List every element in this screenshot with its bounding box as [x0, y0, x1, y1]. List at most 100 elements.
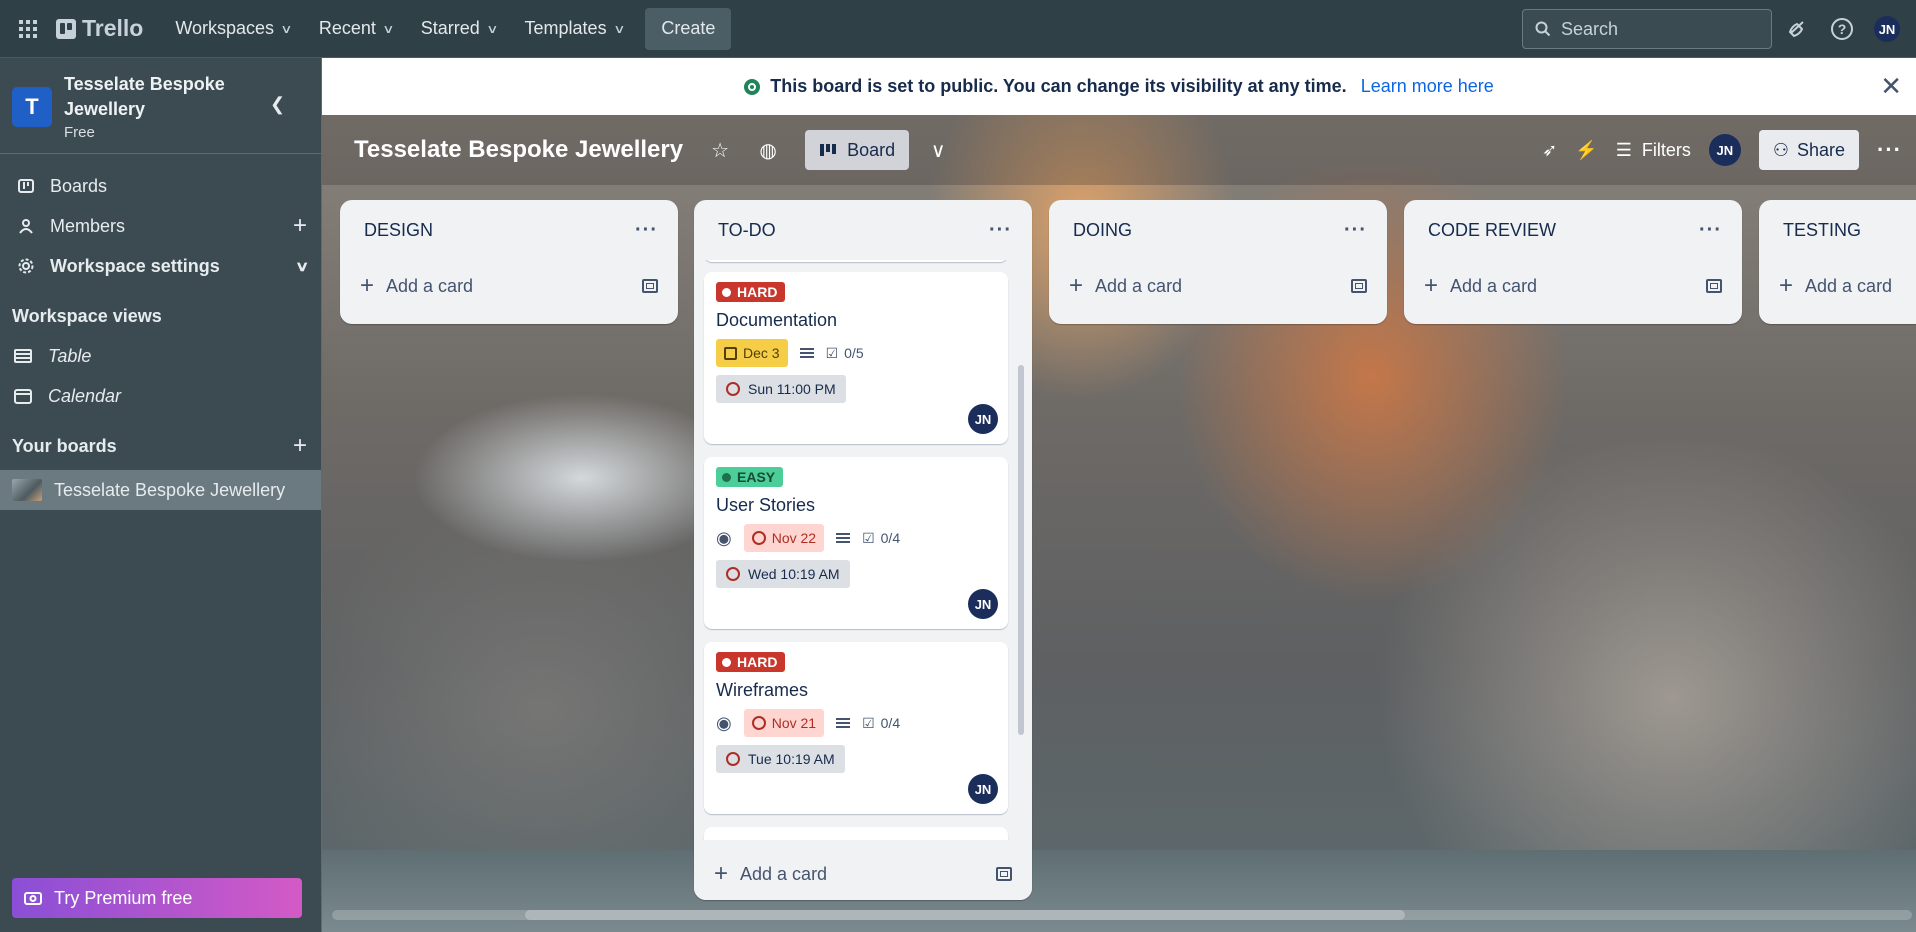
list-testing: TESTING + Add a card [1759, 200, 1916, 324]
user-avatar: JN [1872, 14, 1902, 44]
sidebar-item-calendar[interactable]: Calendar [0, 376, 321, 416]
checklist-badge: ☑ 0/4 [862, 530, 900, 547]
list-header[interactable]: DOING ··· [1049, 200, 1387, 260]
search-icon [1535, 21, 1551, 37]
list-title: DOING [1073, 219, 1133, 240]
sidebar-item-label: Tesselate Bespoke Jewellery [54, 479, 286, 500]
automation-icon[interactable]: ⚡ [1575, 140, 1597, 161]
add-card-button[interactable]: + Add a card [1049, 260, 1387, 312]
add-card-button[interactable]: + Add a card [340, 260, 678, 312]
create-button[interactable]: Create [645, 7, 732, 50]
sidebar-item-table[interactable]: Table [0, 336, 321, 376]
board-member-avatar[interactable]: JN [1708, 134, 1741, 166]
list-header[interactable]: CODE REVIEW ··· [1404, 200, 1742, 260]
board-view-button[interactable]: Board [805, 130, 910, 170]
collapse-sidebar-icon[interactable]: ❮ [270, 94, 285, 115]
plus-icon: + [1779, 272, 1794, 299]
list-menu-icon[interactable]: ··· [1699, 219, 1722, 242]
learn-more-link[interactable]: Learn more here [1361, 76, 1494, 97]
card-partial-top[interactable] [704, 260, 1008, 262]
account-menu[interactable]: JN [1872, 14, 1902, 44]
sidebar-item-members[interactable]: Members + [0, 206, 321, 246]
card-badges: ◉ Nov 22 ☑ 0/4 [716, 524, 996, 552]
due-date-badge[interactable]: Dec 3 [716, 339, 788, 367]
checkbox-icon [724, 346, 737, 360]
trello-logo[interactable]: Trello [56, 15, 143, 42]
sidebar-item-workspace-settings[interactable]: Workspace settings ∨ [0, 246, 321, 286]
workspace-name[interactable]: Tesselate Bespoke Jewellery [64, 72, 234, 122]
templates-label: Templates [524, 18, 607, 38]
list-scrollbar[interactable] [1018, 365, 1024, 735]
power-ups-icon[interactable]: ➶ [1542, 140, 1557, 161]
share-icon: ⚇ [1772, 139, 1789, 160]
share-label: Share [1796, 139, 1846, 160]
starred-menu[interactable]: Starred ∨ [409, 9, 509, 49]
visibility-icon[interactable]: ◍ [757, 138, 779, 163]
share-button[interactable]: ⚇ Share [1758, 130, 1860, 170]
add-card-button[interactable]: + Add a card [1759, 260, 1916, 312]
list-menu-icon[interactable]: ··· [1344, 219, 1367, 242]
template-icon[interactable] [1706, 279, 1722, 293]
card-member-avatar[interactable]: JN [968, 404, 998, 434]
board-thumbnail [12, 479, 42, 501]
view-label: Board [847, 139, 896, 160]
recent-menu[interactable]: Recent ∨ [307, 9, 405, 49]
starred-label: Starred [420, 18, 480, 38]
reminder-badge: Wed 10:19 AM [716, 560, 850, 588]
add-card-label: Add a card [1095, 275, 1183, 296]
workspaces-label: Workspaces [175, 18, 275, 38]
add-board-icon[interactable]: + [293, 432, 307, 460]
list-menu-icon[interactable]: ··· [989, 219, 1012, 242]
card-documentation[interactable]: HARD Documentation Dec 3 ☑ 0/5 Sun 11:00 … [704, 272, 1008, 444]
board-title[interactable]: Tesselate Bespoke Jewellery [354, 136, 683, 164]
star-icon[interactable]: ☆ [709, 138, 731, 163]
close-icon[interactable]: ✕ [1880, 71, 1902, 102]
chevron-down-icon: ∨ [294, 257, 310, 274]
search-input[interactable]: Search [1522, 9, 1772, 49]
chevron-down-icon[interactable]: ∨ [927, 138, 949, 163]
board-horizontal-scrollbar-thumb[interactable] [525, 910, 1405, 920]
alarm-icon [726, 567, 740, 581]
premium-label: Try Premium free [54, 887, 193, 908]
try-premium-button[interactable]: Try Premium free [12, 878, 302, 918]
list-menu-icon[interactable]: ··· [635, 219, 658, 242]
filters-button[interactable]: ☰ Filters [1616, 140, 1691, 161]
templates-menu[interactable]: Templates ∨ [513, 9, 636, 49]
list-header[interactable]: TESTING [1759, 200, 1916, 260]
list-title: DESIGN [364, 219, 434, 240]
board-header-actions: ➶ ⚡ ☰ Filters JN ⚇ Share ··· [1542, 130, 1916, 170]
card-partial-bottom[interactable] [704, 827, 1008, 840]
plus-icon: + [1424, 272, 1439, 299]
help-icon[interactable]: ? [1827, 14, 1857, 44]
card-user-stories[interactable]: EASY User Stories ◉ Nov 22 ☑ 0/4 Wed 10:1… [704, 457, 1008, 629]
sidebar-item-label: Table [48, 345, 92, 366]
workspace-header: T Tesselate Bespoke Jewellery Free ❮ [0, 58, 321, 154]
label-text: HARD [737, 654, 778, 670]
add-card-button[interactable]: + Add a card [694, 848, 1032, 900]
card-label-easy: EASY [716, 467, 784, 487]
card-member-avatar[interactable]: JN [968, 589, 998, 619]
add-card-button[interactable]: + Add a card [1404, 260, 1742, 312]
list-header[interactable]: TO-DO ··· [694, 200, 1032, 260]
sidebar-item-board[interactable]: Tesselate Bespoke Jewellery [0, 470, 321, 510]
public-board-banner: This board is set to public. You can cha… [322, 58, 1916, 115]
card-wireframes[interactable]: HARD Wireframes ◉ Nov 21 ☑ 0/4 Tue 10:19 … [704, 642, 1008, 814]
due-date-badge[interactable]: Nov 21 [743, 709, 825, 737]
globe-icon [744, 78, 761, 95]
template-icon[interactable] [1351, 279, 1367, 293]
person-icon [19, 219, 33, 234]
app-switcher-icon[interactable] [12, 13, 44, 45]
list-header[interactable]: DESIGN ··· [340, 200, 678, 260]
due-date-badge[interactable]: Nov 22 [743, 524, 825, 552]
reminder-time: Tue 10:19 AM [748, 751, 835, 767]
add-member-icon[interactable]: + [293, 212, 307, 240]
template-icon[interactable] [642, 279, 658, 293]
list-title: TO-DO [718, 219, 776, 240]
more-options-icon[interactable]: ··· [1877, 137, 1902, 163]
notifications-icon[interactable] [1782, 14, 1812, 44]
sidebar-item-boards[interactable]: Boards [0, 166, 321, 206]
card-member-avatar[interactable]: JN [968, 774, 998, 804]
template-icon[interactable] [996, 867, 1012, 881]
recent-label: Recent [318, 18, 376, 38]
workspaces-menu[interactable]: Workspaces ∨ [163, 9, 303, 49]
